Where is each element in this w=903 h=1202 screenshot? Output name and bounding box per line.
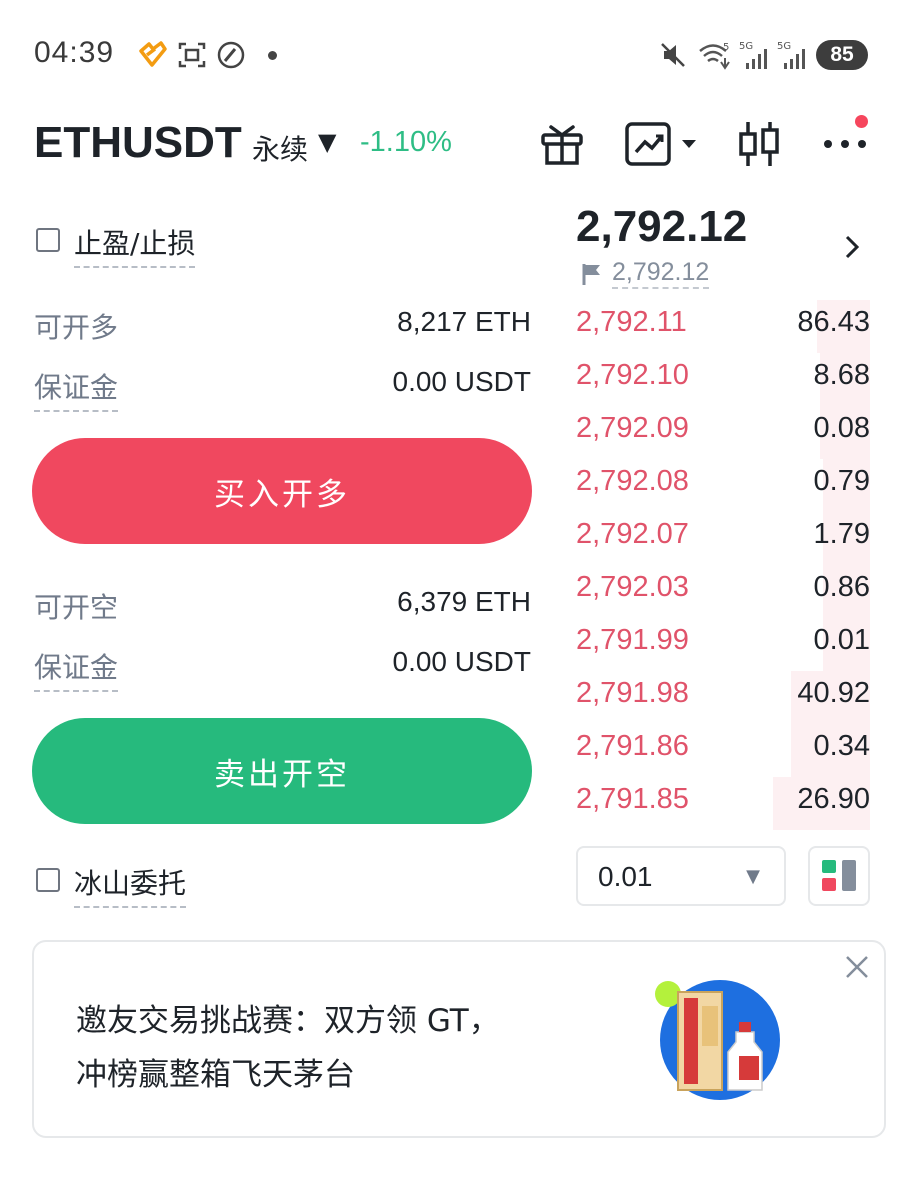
promo-line-2: 冲榜赢整箱飞天茅台 [76, 1057, 355, 1093]
ask-quantity: 0.34 [813, 730, 870, 762]
orderbook-ask-row[interactable]: 2,792.03 0.86 [576, 565, 870, 618]
ask-quantity: 26.90 [797, 783, 870, 815]
ask-quantity: 0.79 [813, 465, 870, 497]
ask-price: 2,792.09 [576, 412, 689, 444]
orderbook-ask-row[interactable]: 2,792.08 0.79 [576, 459, 870, 512]
ask-price: 2,791.98 [576, 677, 689, 709]
orderbook-ask-row[interactable]: 2,791.86 0.34 [576, 724, 870, 777]
wifi-icon: 5 [696, 38, 734, 72]
chart-icon[interactable] [624, 116, 704, 172]
ask-quantity: 0.01 [813, 624, 870, 656]
svg-text:5: 5 [723, 42, 729, 53]
caret-down-icon: ▼ [746, 866, 760, 887]
sell-short-button[interactable]: 卖出开空 [32, 718, 532, 824]
long-available-label: 可开多 [34, 311, 119, 344]
ask-price: 2,792.08 [576, 465, 689, 497]
battery-icon: 85 [816, 40, 868, 70]
dot-icon [264, 38, 280, 72]
orderbook-ask-row[interactable]: 2,791.98 40.92 [576, 671, 870, 724]
orderbook-layout-button[interactable] [808, 846, 870, 906]
layout-icon [822, 860, 856, 891]
ask-quantity: 0.86 [813, 571, 870, 603]
orderbook-ask-row[interactable]: 2,792.11 86.43 [576, 300, 870, 353]
speed-icon [214, 38, 248, 72]
iceberg-label[interactable]: 冰山委托 [74, 862, 187, 908]
long-margin-value: 0.00 USDT [392, 366, 532, 397]
short-available-label: 可开空 [34, 591, 119, 624]
orderbook-ask-row[interactable]: 2,792.07 1.79 [576, 512, 870, 565]
gift-icon[interactable] [534, 116, 590, 172]
signal-5g-icon: 5G [776, 38, 810, 72]
status-time: 04:39 [34, 36, 115, 69]
ask-quantity: 8.68 [813, 359, 870, 391]
short-margin-value: 0.00 USDT [392, 646, 532, 677]
iceberg-checkbox[interactable] [36, 868, 60, 892]
orderbook-ask-row[interactable]: 2,791.99 0.01 [576, 618, 870, 671]
long-available-value: 8,217 ETH [397, 306, 531, 337]
ask-price: 2,791.99 [576, 624, 689, 656]
ask-price: 2,791.85 [576, 783, 689, 815]
long-margin-label[interactable]: 保证金 [34, 366, 119, 412]
buy-long-button[interactable]: 买入开多 [32, 438, 532, 544]
close-icon[interactable] [842, 952, 872, 986]
orderbook-ask-row[interactable]: 2,792.10 8.68 [576, 353, 870, 406]
ask-quantity: 86.43 [797, 306, 870, 338]
precision-value: 0.01 [598, 861, 653, 892]
svg-text:5G: 5G [739, 41, 753, 52]
precision-select[interactable]: 0.01 ▼ [576, 846, 786, 906]
mark-price[interactable]: 2,792.12 [612, 258, 710, 289]
short-margin-label[interactable]: 保证金 [34, 646, 119, 692]
contract-type[interactable]: 永续 [252, 128, 308, 168]
promo-image [654, 972, 784, 1102]
price-change: -1.10% [360, 126, 452, 158]
notification-dot [855, 115, 868, 128]
heart-app-icon [136, 38, 168, 72]
ask-quantity: 0.08 [813, 412, 870, 444]
ask-price: 2,792.11 [576, 306, 687, 338]
svg-text:5G: 5G [777, 41, 791, 52]
caret-down-icon[interactable]: ▼ [318, 128, 336, 156]
candlestick-icon[interactable] [736, 116, 782, 172]
ask-price: 2,791.86 [576, 730, 689, 762]
ask-price: 2,792.07 [576, 518, 689, 550]
tpsl-label[interactable]: 止盈/止损 [74, 222, 196, 268]
tpsl-checkbox[interactable] [36, 228, 60, 252]
signal-5g-icon: 5G [738, 38, 772, 72]
promo-banner[interactable]: 邀友交易挑战赛：双方领 GT， 冲榜赢整箱飞天茅台 [32, 940, 886, 1138]
ask-price: 2,792.10 [576, 359, 689, 391]
promo-line-1: 邀友交易挑战赛：双方领 GT， [76, 1003, 500, 1039]
scan-icon [176, 38, 208, 72]
flag-icon [580, 262, 604, 290]
orderbook-ask-row[interactable]: 2,791.85 26.90 [576, 777, 870, 830]
last-price: 2,792.12 [576, 202, 748, 251]
ask-price: 2,792.03 [576, 571, 689, 603]
symbol-title[interactable]: ETHUSDT [34, 118, 242, 168]
ask-quantity: 1.79 [813, 518, 870, 550]
ask-quantity: 40.92 [797, 677, 870, 709]
orderbook-ask-row[interactable]: 2,792.09 0.08 [576, 406, 870, 459]
chevron-right-icon[interactable] [842, 230, 862, 270]
short-available-value: 6,379 ETH [397, 586, 531, 617]
mute-icon [658, 38, 688, 72]
